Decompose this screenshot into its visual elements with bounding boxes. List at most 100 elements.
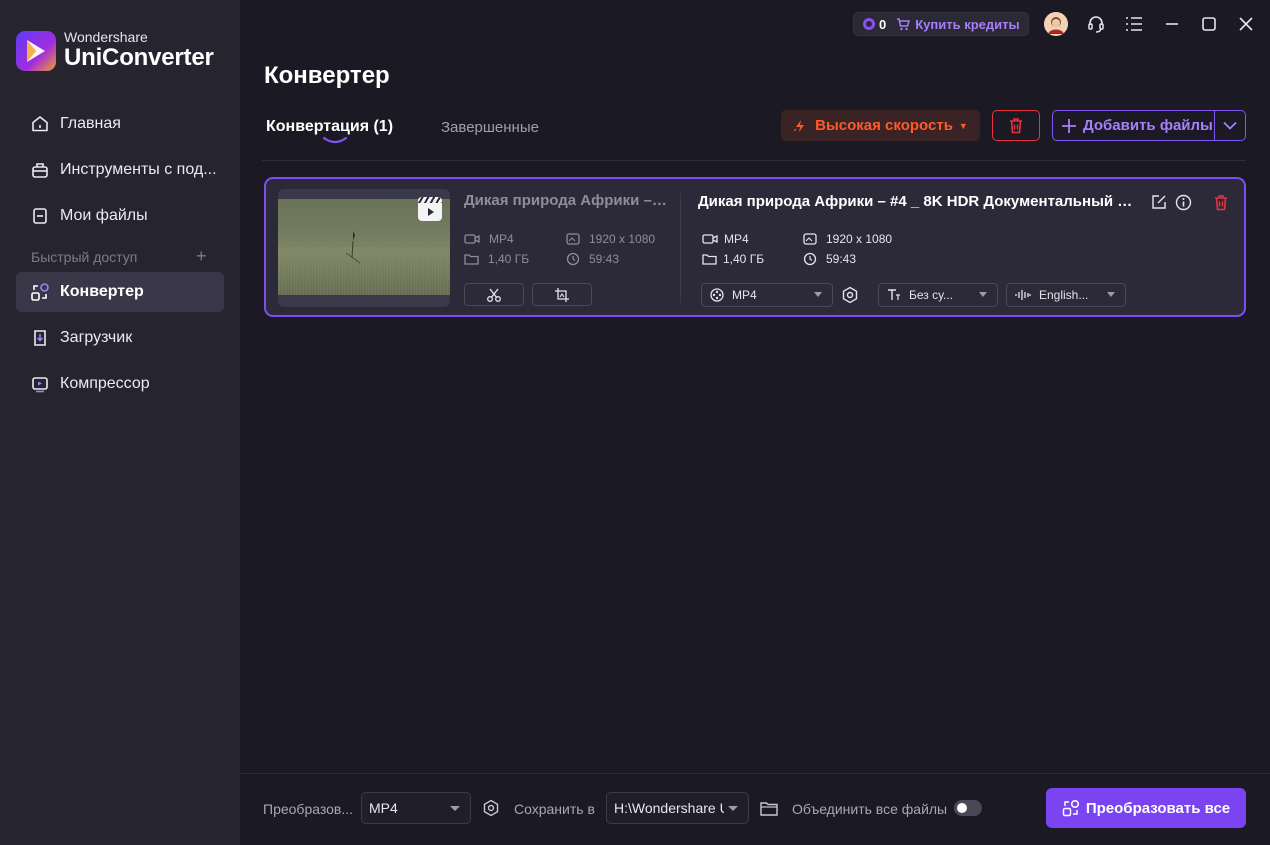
merge-files-toggle[interactable]: [954, 800, 982, 816]
converter-icon: [30, 282, 50, 302]
resolution-icon: [803, 233, 817, 245]
audio-waveform-icon: [1015, 290, 1031, 300]
sidebar-item-tools[interactable]: Инструменты с под...: [16, 150, 224, 190]
convert-all-button[interactable]: Преобразовать все: [1046, 788, 1246, 828]
delete-file-icon[interactable]: [1212, 193, 1230, 211]
quick-access-label: Быстрый доступ: [31, 249, 138, 265]
merge-files-label: Объединить все файлы: [792, 801, 948, 817]
credit-coin-icon: [863, 18, 875, 30]
crop-button[interactable]: [532, 283, 592, 306]
header-divider: [262, 160, 1246, 161]
source-size-value: 1,40 ГБ: [488, 252, 530, 266]
source-resolution: 1920 x 1080: [566, 232, 655, 246]
maximize-icon[interactable]: [1197, 12, 1221, 36]
lightning-icon: [793, 119, 805, 132]
resolution-icon: [566, 233, 580, 245]
subtitles-value: Без су...: [909, 288, 953, 302]
subtitles-select[interactable]: Без су...: [878, 283, 998, 307]
add-files-main[interactable]: Добавить файлы: [1053, 111, 1215, 140]
tab-active-indicator: [323, 137, 347, 144]
high-speed-button[interactable]: Высокая скорость ▼: [781, 110, 980, 141]
chevron-down-icon: [979, 292, 987, 297]
output-settings-icon[interactable]: [481, 798, 501, 818]
output-format-value: MP4: [732, 288, 757, 302]
text-subtitle-icon: [888, 289, 900, 300]
sidebar-item-converter[interactable]: Конвертер: [16, 272, 224, 312]
info-icon[interactable]: [1174, 193, 1192, 211]
source-format-value: MP4: [489, 232, 514, 246]
target-size: 1,40 ГБ: [702, 252, 764, 266]
chevron-down-icon: [1107, 292, 1115, 297]
target-resolution-value: 1920 x 1080: [826, 232, 893, 246]
buy-credits-label: Купить кредиты: [915, 16, 1020, 32]
add-files-button[interactable]: Добавить файлы: [1052, 110, 1246, 141]
source-duration: 59:43: [566, 252, 619, 266]
add-quick-access-icon[interactable]: +: [196, 246, 207, 267]
toolbox-icon: [30, 160, 50, 180]
user-avatar[interactable]: [1044, 12, 1068, 36]
sidebar-item-label: Мои файлы: [60, 207, 148, 224]
source-file-title: Дикая природа Африки – #4 _ 8K HDR Докум…: [464, 192, 668, 209]
uniconverter-logo-icon: [16, 30, 56, 71]
chevron-down-icon: ▼: [958, 120, 968, 131]
clock-icon: [803, 252, 817, 266]
sidebar-item-label: Загрузчик: [60, 329, 133, 346]
save-path-value: H:\Wondershare U: [614, 800, 724, 816]
add-files-dropdown[interactable]: [1215, 121, 1245, 130]
sidebar-item-label: Компрессор: [60, 375, 150, 392]
sidebar-item-my-files[interactable]: Мои файлы: [16, 196, 224, 236]
film-reel-icon: [710, 288, 724, 302]
app-logo: Wondershare UniConverter: [16, 30, 214, 71]
convert-all-format-select[interactable]: MP4: [361, 792, 471, 824]
format-settings-icon[interactable]: [841, 286, 859, 304]
output-format-select[interactable]: MP4: [701, 283, 833, 307]
credits-widget[interactable]: 0 Купить кредиты: [853, 12, 1029, 36]
sidebar-item-home[interactable]: Главная: [16, 104, 224, 144]
sidebar-item-label: Главная: [60, 115, 121, 132]
sidebar-item-compressor[interactable]: Компрессор: [16, 364, 224, 404]
delete-all-button[interactable]: [992, 110, 1040, 141]
tab-completed[interactable]: Завершенные: [441, 119, 539, 136]
clock-icon: [566, 252, 580, 266]
save-path-select[interactable]: H:\Wondershare U: [606, 792, 749, 824]
home-icon: [30, 114, 50, 134]
sidebar-item-downloader[interactable]: Загрузчик: [16, 318, 224, 358]
high-speed-label: Высокая скорость: [815, 117, 953, 134]
file-card[interactable]: Дикая природа Африки – #4 _ 8K HDR Докум…: [264, 177, 1246, 317]
folder-icon: [702, 254, 717, 265]
cart-icon: [897, 17, 911, 30]
target-format: MP4: [702, 232, 749, 246]
video-camera-icon: [464, 234, 480, 244]
trim-button[interactable]: [464, 283, 524, 306]
target-file-title: Дикая природа Африки – #4 _ 8K HDR Докум…: [698, 193, 1144, 210]
source-format: MP4: [464, 232, 514, 246]
bird-silhouette: [345, 231, 361, 264]
source-duration-value: 59:43: [589, 252, 620, 266]
tab-converting[interactable]: Конвертация (1): [266, 118, 393, 136]
convert-all-format-value: MP4: [369, 800, 398, 816]
add-files-label: Добавить файлы: [1083, 117, 1213, 134]
credits-count: 0: [879, 16, 887, 32]
chevron-down-icon: [728, 806, 738, 811]
folder-icon: [464, 254, 479, 265]
source-resolution-value: 1920 x 1080: [589, 232, 656, 246]
close-icon[interactable]: [1234, 12, 1258, 36]
scissors-icon: [487, 288, 501, 302]
support-headset-icon[interactable]: [1084, 12, 1108, 36]
buy-credits-button[interactable]: Купить кредиты: [896, 16, 1020, 32]
audio-track-value: English...: [1039, 288, 1089, 302]
convert-to-label: Преобразов...: [263, 801, 354, 817]
open-folder-icon[interactable]: [759, 798, 779, 818]
crop-icon: [555, 287, 569, 302]
minimize-icon[interactable]: [1160, 12, 1184, 36]
audio-track-select[interactable]: English...: [1006, 283, 1126, 307]
menu-list-icon[interactable]: [1122, 12, 1146, 36]
convert-icon: [1062, 799, 1079, 817]
save-to-label: Сохранить в: [514, 801, 595, 817]
sidebar: Wondershare UniConverter Главная Инструм…: [0, 0, 240, 845]
target-format-value: MP4: [724, 232, 749, 246]
edit-filename-icon[interactable]: [1150, 193, 1168, 211]
source-size: 1,40 ГБ: [464, 252, 529, 266]
video-thumbnail[interactable]: [278, 189, 450, 307]
play-video-icon[interactable]: [418, 197, 442, 221]
